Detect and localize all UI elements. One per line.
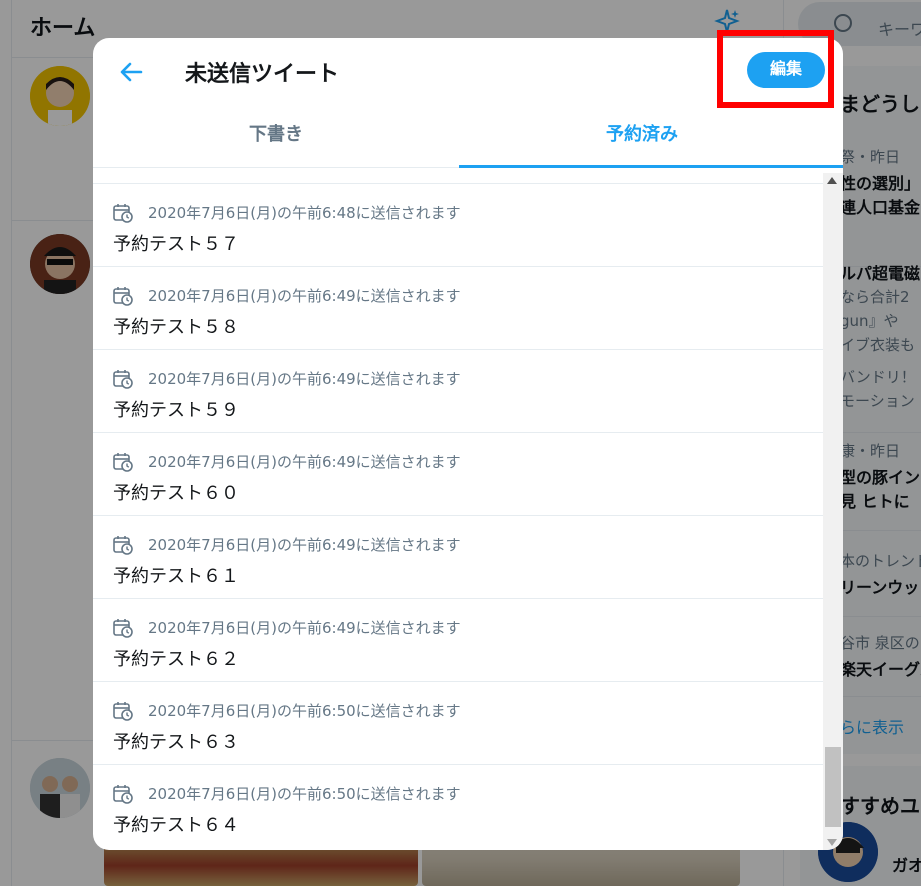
modal-title: 未送信ツイート <box>185 62 340 87</box>
back-arrow-icon[interactable] <box>115 56 147 88</box>
unsent-tweets-modal: 未送信ツイート 編集 下書き 予約済み 2020年7月6日(月)の午前6:48に… <box>93 38 843 850</box>
tweet-text: 予約テスト５８ <box>113 317 239 338</box>
calendar-clock-icon <box>112 700 134 722</box>
calendar-clock-icon <box>112 202 134 224</box>
scroll-up-arrow-icon[interactable] <box>827 177 837 184</box>
scheduled-tweet-item[interactable]: 2020年7月6日(月)の午前6:49に送信されます 予約テスト６０ <box>93 432 823 515</box>
highlight-annotation-box <box>717 30 834 108</box>
calendar-clock-icon <box>112 368 134 390</box>
tab-bar: 下書き 予約済み <box>93 104 843 168</box>
calendar-clock-icon <box>112 285 134 307</box>
scheduled-tweet-item[interactable]: 2020年7月6日(月)の午前6:49に送信されます 予約テスト５９ <box>93 349 823 432</box>
schedule-time-text: 2020年7月6日(月)の午前6:50に送信されます <box>148 702 461 720</box>
schedule-time-text: 2020年7月6日(月)の午前6:50に送信されます <box>148 785 461 803</box>
calendar-clock-icon <box>112 534 134 556</box>
tweet-text: 予約テスト６２ <box>113 649 239 670</box>
tweet-text: 予約テスト５９ <box>113 400 239 421</box>
scheduled-tweet-item[interactable]: 2020年7月6日(月)の午前6:49に送信されます 予約テスト５８ <box>93 266 823 349</box>
tweet-text: 予約テスト６４ <box>113 815 239 836</box>
tab-drafts[interactable]: 下書き <box>93 104 459 168</box>
calendar-clock-icon <box>112 451 134 473</box>
schedule-time-text: 2020年7月6日(月)の午前6:49に送信されます <box>148 287 461 305</box>
scheduled-tweet-item[interactable]: 2020年7月6日(月)の午前6:49に送信されます 予約テスト６１ <box>93 515 823 598</box>
schedule-time-text: 2020年7月6日(月)の午前6:49に送信されます <box>148 619 461 637</box>
scroll-down-arrow-icon[interactable] <box>827 839 837 846</box>
tweet-text: 予約テスト５７ <box>113 234 239 255</box>
scheduled-tweet-item[interactable]: 2020年7月6日(月)の午前6:50に送信されます 予約テスト６４ <box>93 764 823 847</box>
tweet-text: 予約テスト６３ <box>113 732 239 753</box>
schedule-time-text: 2020年7月6日(月)の午前6:49に送信されます <box>148 536 461 554</box>
scheduled-tweet-item[interactable]: 2020年7月6日(月)の午前6:49に送信されます 予約テスト６２ <box>93 598 823 681</box>
scrollbar-thumb[interactable] <box>825 747 841 827</box>
schedule-time-text: 2020年7月6日(月)の午前6:48に送信されます <box>148 204 461 222</box>
scheduled-tweet-item[interactable]: 2020年7月6日(月)の午前6:48に送信されます 予約テスト５７ <box>93 183 823 266</box>
scheduled-tweet-item[interactable]: 2020年7月6日(月)の午前6:50に送信されます 予約テスト６３ <box>93 681 823 764</box>
calendar-clock-icon <box>112 617 134 639</box>
tweet-text: 予約テスト６１ <box>113 566 239 587</box>
calendar-clock-icon <box>112 783 134 805</box>
schedule-time-text: 2020年7月6日(月)の午前6:49に送信されます <box>148 453 461 471</box>
tweet-text: 予約テスト６０ <box>113 483 239 504</box>
schedule-time-text: 2020年7月6日(月)の午前6:49に送信されます <box>148 370 461 388</box>
scrollbar[interactable] <box>823 173 843 850</box>
tab-scheduled[interactable]: 予約済み <box>459 104 825 168</box>
scheduled-tweet-list: 2020年7月6日(月)の午前6:48に送信されます 予約テスト５７ 2020年… <box>93 169 823 850</box>
active-tab-indicator <box>459 165 843 168</box>
